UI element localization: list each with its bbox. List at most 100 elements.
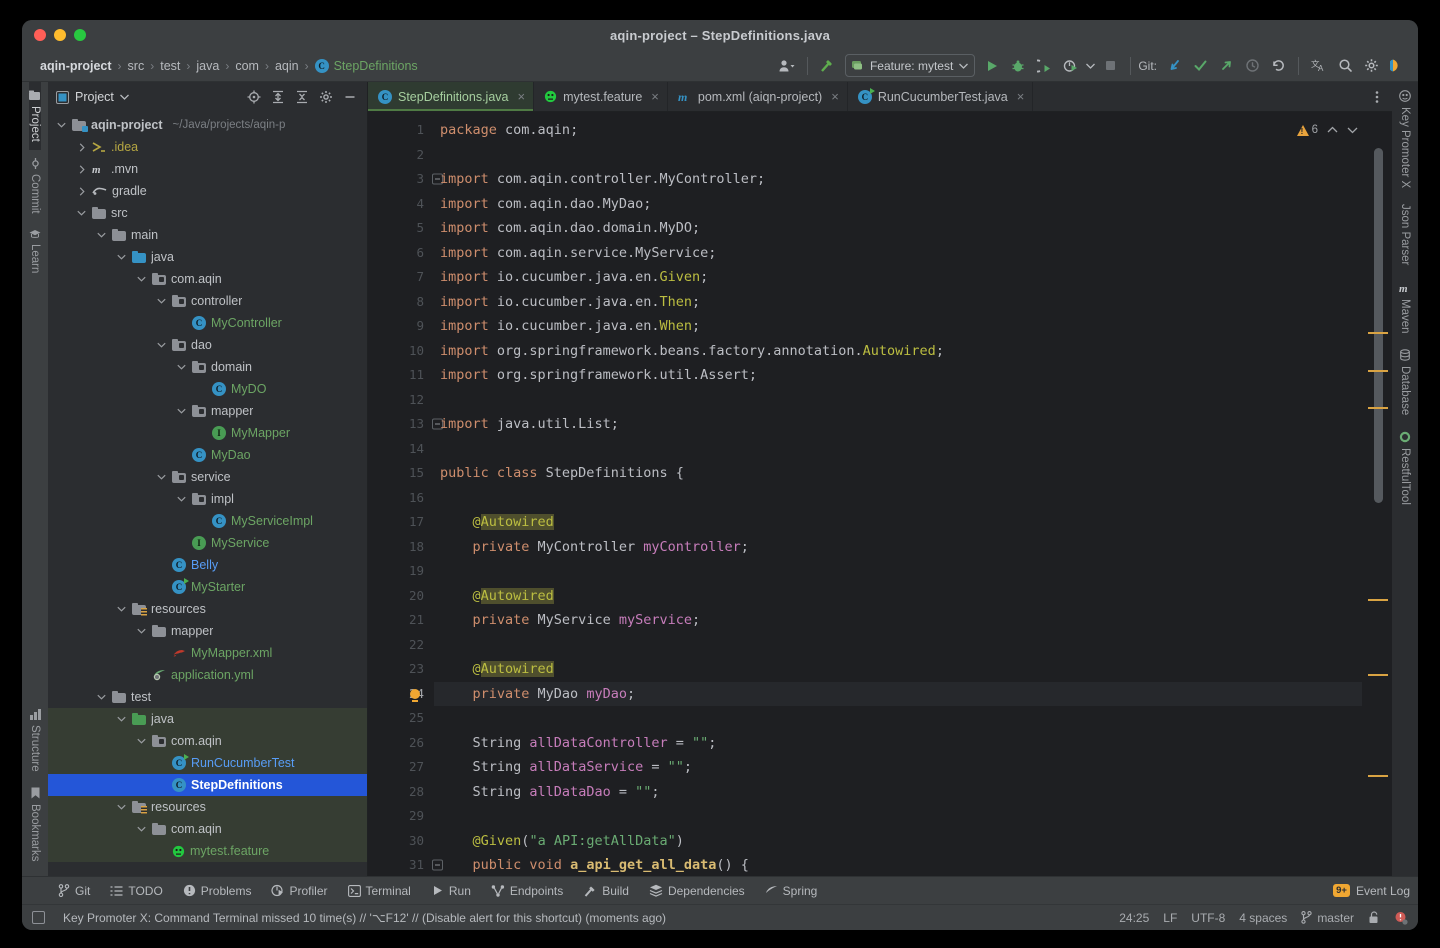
git-update-icon[interactable] [1161,54,1187,78]
tree-row[interactable]: .idea [48,136,367,158]
run-configuration-selector[interactable]: Feature: mytest [844,54,976,77]
code-line[interactable] [434,559,1362,584]
ai-assistant-icon[interactable] [1384,54,1410,78]
tree-row[interactable]: mapper [48,400,367,422]
indent-setting[interactable]: 4 spaces [1239,911,1287,925]
tool-window-button-profiler[interactable]: Profiler [261,880,337,902]
expand-all-icon[interactable] [267,86,289,108]
tree-row[interactable]: test [48,686,367,708]
tree-row[interactable]: mapper [48,620,367,642]
chevron-down-icon[interactable] [96,232,107,238]
tree-row[interactable]: gradle [48,180,367,202]
tree-row[interactable]: aqin-project ~/Java/projects/aqin-p [48,114,367,136]
gutter-line-number[interactable]: 19 [368,559,434,584]
tree-row[interactable]: mytest.feature [48,840,367,862]
gutter-line-number[interactable]: 28 [368,780,434,805]
chevron-down-icon[interactable] [176,496,187,502]
code-line[interactable] [434,143,1362,168]
close-tab-icon[interactable]: × [831,89,839,104]
tree-row[interactable]: resources [48,598,367,620]
gutter-line-number[interactable]: 10 [368,339,434,364]
tree-row[interactable]: src [48,202,367,224]
intention-bulb-icon[interactable] [410,688,420,702]
sidebar-item-learn[interactable]: Learn [29,221,41,281]
editor-scrollbar-thumb[interactable] [1374,148,1383,503]
breadcrumb-item-2[interactable]: test [156,58,184,74]
chevron-down-icon[interactable] [176,408,187,414]
tree-row[interactable]: com.aqin [48,818,367,840]
gutter-line-number[interactable]: 24 [368,682,434,707]
code-line[interactable] [434,437,1362,462]
editor-tab[interactable]: C RunCucumberTest.java × [848,82,1034,111]
gutter-line-number[interactable]: 5 [368,216,434,241]
tool-window-button-problems[interactable]: Problems [173,880,262,902]
scrollbar-warning-mark[interactable] [1368,332,1388,334]
editor-tabs-overflow[interactable] [1370,82,1392,111]
scrollbar-warning-mark[interactable] [1368,599,1388,601]
chevron-down-icon[interactable] [116,254,127,260]
code-line[interactable]: String allDataController = ""; [434,731,1362,756]
chevron-down-icon[interactable] [116,606,127,612]
code-line[interactable]: String allDataService = ""; [434,755,1362,780]
code-line[interactable]: import com.aqin.controller.MyController; [434,167,1362,192]
tree-row[interactable]: I MyService [48,532,367,554]
chevron-down-icon[interactable] [136,738,147,744]
tree-row[interactable]: m .mvn [48,158,367,180]
code-line[interactable]: import io.cucumber.java.en.When; [434,314,1362,339]
code-line[interactable]: import com.aqin.service.MyService; [434,241,1362,266]
chevron-down-icon[interactable] [136,826,147,832]
editor-gutter[interactable]: 1234567891011121314151617181920212223242… [368,112,443,876]
rollback-icon[interactable] [1265,54,1291,78]
gutter-line-number[interactable]: 21 [368,608,434,633]
gutter-line-number[interactable]: 12 [368,388,434,413]
event-log-button[interactable]: 9+ Event Log [1333,884,1410,898]
git-branch-widget[interactable]: master [1301,911,1354,925]
chevron-down-icon[interactable] [1347,126,1358,134]
breadcrumb-item-0[interactable]: aqin-project [36,58,116,74]
line-separator[interactable]: LF [1163,911,1177,925]
inspection-level-icon[interactable] [1394,911,1408,925]
editor-right-rail[interactable]: 6 [1296,112,1392,876]
chevron-down-icon[interactable] [96,694,107,700]
gutter-line-number[interactable]: 2 [368,143,434,168]
editor-tab-bar[interactable]: C StepDefinitions.java × mytest.feature × m po… [368,82,1392,112]
settings-gear-icon[interactable] [1358,54,1384,78]
chevron-down-icon[interactable] [156,342,167,348]
gutter-line-number[interactable]: 7 [368,265,434,290]
git-push-icon[interactable] [1213,54,1239,78]
code-line[interactable]: import com.aqin.dao.MyDao; [434,192,1362,217]
tree-row[interactable]: C MyStarter [48,576,367,598]
gutter-line-number[interactable]: 14 [368,437,434,462]
code-line[interactable]: private MyDao myDao; [434,681,1362,706]
inspection-widget[interactable]: 6 [1296,118,1358,136]
code-line[interactable]: package com.aqin; [434,118,1362,143]
chevron-down-icon[interactable] [116,804,127,810]
gutter-line-number[interactable]: 1 [368,118,434,143]
tree-row[interactable]: service [48,466,367,488]
breadcrumb-item-5[interactable]: aqin [271,58,303,74]
close-tab-icon[interactable]: × [1017,89,1025,104]
code-line[interactable] [434,804,1362,829]
code-line[interactable]: public void a_api_get_all_data() { [434,853,1362,876]
run-button[interactable] [979,54,1005,78]
gutter-line-number[interactable]: 16 [368,486,434,511]
gutter-line-number[interactable]: 9 [368,314,434,339]
gutter-line-number[interactable]: 11 [368,363,434,388]
tree-row[interactable]: impl [48,488,367,510]
tree-row-selected[interactable]: C StepDefinitions [48,774,367,796]
code-editor[interactable]: 1234567891011121314151617181920212223242… [368,112,1392,876]
gutter-line-number[interactable]: 8 [368,290,434,315]
tree-row[interactable]: main [48,224,367,246]
gutter-line-number[interactable]: 27 [368,755,434,780]
sidebar-item-project[interactable]: Project [29,82,41,150]
gutter-line-number[interactable]: 20 [368,584,434,609]
project-tree[interactable]: aqin-project ~/Java/projects/aqin-p .idea m… [48,112,367,876]
caret-position[interactable]: 24:25 [1119,911,1149,925]
chevron-down-icon[interactable] [136,276,147,282]
gutter-line-number[interactable]: 22 [368,633,434,658]
tree-row[interactable]: domain [48,356,367,378]
chevron-down-icon[interactable] [156,474,167,480]
chevron-down-icon[interactable] [156,298,167,304]
close-tab-icon[interactable]: × [651,89,659,104]
search-icon[interactable] [1332,54,1358,78]
